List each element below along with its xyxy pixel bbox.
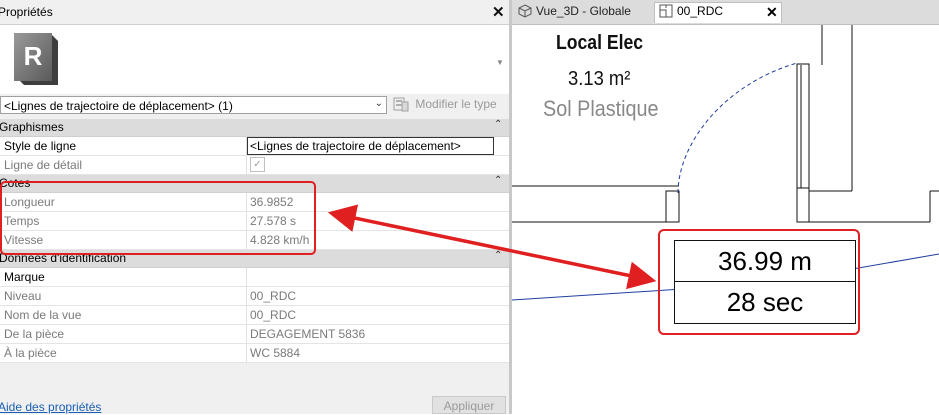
revit-family-icon: R (14, 33, 58, 85)
type-scroll-down-icon[interactable]: ▼ (496, 58, 504, 67)
property-row-style-de-ligne[interactable]: Style de ligne <Lignes de trajectoire de… (0, 137, 509, 156)
thumbnail-letter: R (24, 41, 43, 71)
property-key: À la pièce (4, 346, 57, 360)
property-row-nom-de-la-vue: Nom de la vue 00_RDC (0, 306, 509, 325)
apply-button[interactable]: Appliquer (432, 396, 506, 414)
property-key: Nom de la vue (4, 308, 82, 322)
annotation-callout-box (658, 229, 860, 335)
edit-type-icon (393, 97, 409, 112)
property-key: Niveau (4, 289, 42, 303)
tab-label: 00_RDC (677, 3, 724, 18)
property-key: De la pièce (4, 327, 65, 341)
type-preview-area: R ▼ (0, 24, 509, 95)
property-value: DEGAGEMENT 5836 (250, 327, 366, 341)
close-icon[interactable]: ✕ (766, 4, 778, 21)
floor-plan-icon (659, 4, 673, 18)
chevron-down-icon: ⌄ (374, 98, 383, 109)
property-key: Marque (4, 270, 45, 284)
type-selector-row: <Lignes de trajectoire de déplacement> (… (0, 94, 509, 118)
collapse-icon[interactable]: ⌃ (494, 119, 502, 130)
room-area-label: 3.13 m² (568, 68, 631, 90)
tab-label: Vue_3D - Globale (536, 3, 631, 18)
view-tab-bar: Vue_3D - Globale 00_RDC ✕ (512, 0, 939, 25)
3d-view-icon (518, 4, 532, 18)
type-selector-value: <Lignes de trajectoire de déplacement> (… (4, 99, 233, 113)
close-icon[interactable]: ✕ (492, 3, 505, 21)
property-row-niveau: Niveau 00_RDC (0, 287, 509, 306)
properties-panel: Propriétés ✕ R ▼ <Lignes de trajectoire … (0, 0, 509, 414)
line-style-field[interactable]: <Lignes de trajectoire de déplacement> (247, 137, 494, 155)
property-row-marque[interactable]: Marque (0, 268, 509, 287)
type-selector-dropdown[interactable]: <Lignes de trajectoire de déplacement> (… (0, 96, 387, 114)
drawing-canvas[interactable]: Local Elec 3.13 m² Sol Plastique 36.99 m… (512, 25, 939, 414)
tab-vue-3d-globale[interactable]: Vue_3D - Globale (518, 3, 631, 24)
edit-type-button[interactable]: Modifier le type (393, 96, 497, 114)
edit-type-label: Modifier le type (415, 97, 497, 111)
property-key: Style de ligne (4, 139, 77, 153)
tab-00-rdc[interactable]: 00_RDC ✕ (654, 2, 782, 23)
group-header-graphismes[interactable]: Graphismes ⌃ (0, 119, 509, 137)
property-value: WC 5884 (250, 346, 301, 360)
room-floor-label: Sol Plastique (543, 96, 659, 121)
collapse-icon[interactable]: ⌃ (494, 250, 502, 261)
mark-field[interactable] (247, 268, 494, 286)
properties-footer: Aide des propriétés Appliquer (0, 396, 509, 414)
property-value: <Lignes de trajectoire de déplacement> (250, 139, 461, 153)
annotation-highlight-box (0, 181, 316, 255)
properties-help-link[interactable]: Aide des propriétés (0, 400, 101, 414)
group-label: Graphismes (0, 120, 64, 134)
properties-title: Propriétés (0, 5, 53, 19)
property-value: 00_RDC (250, 308, 297, 322)
collapse-icon[interactable]: ⌃ (494, 175, 502, 186)
checkbox-checked-icon: ✓ (250, 157, 265, 172)
properties-titlebar: Propriétés ✕ (0, 0, 509, 24)
property-value: 00_RDC (250, 289, 297, 303)
property-key: Ligne de détail (4, 158, 83, 172)
property-row-a-la-piece: À la pièce WC 5884 (0, 344, 509, 363)
property-row-de-la-piece: De la pièce DEGAGEMENT 5836 (0, 325, 509, 344)
room-name-label: Local Elec (556, 32, 644, 54)
property-row-ligne-de-detail: Ligne de détail ✓ (0, 156, 509, 175)
